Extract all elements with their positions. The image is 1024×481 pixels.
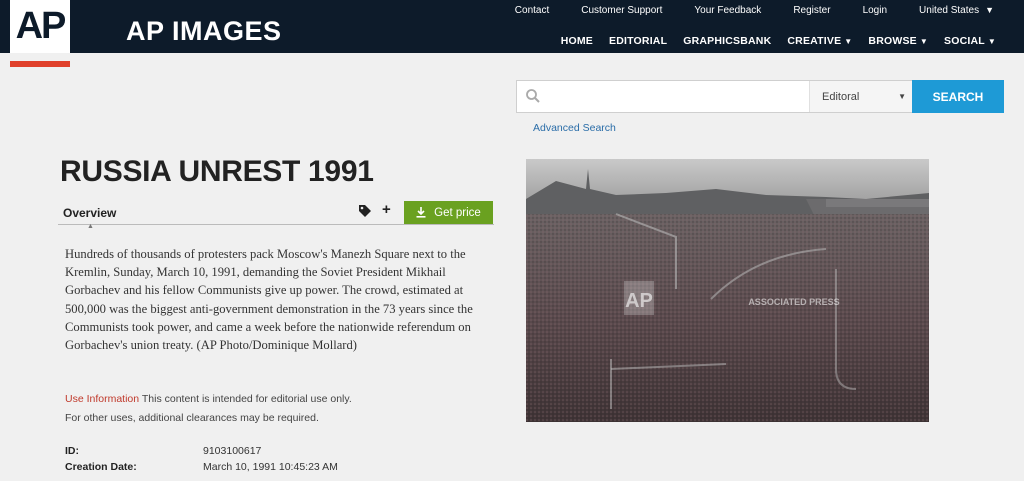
detail-tabs: Overview ▲ + Get price	[58, 201, 494, 230]
nav-graphicsbank[interactable]: GRAPHICSBANK	[683, 35, 771, 47]
caption-text: Hundreds of thousands of protesters pack…	[65, 247, 473, 353]
brand-name[interactable]: AP IMAGES	[126, 16, 282, 47]
download-icon	[416, 207, 426, 218]
logo-text: AP	[15, 5, 67, 47]
get-price-button[interactable]: Get price	[404, 201, 493, 224]
search-icon	[526, 89, 540, 103]
chevron-down-icon: ▼	[919, 37, 928, 46]
chevron-down-icon: ▼	[898, 92, 906, 101]
login-link[interactable]: Login	[863, 5, 887, 16]
watermark-associated-press: ASSOCIATED PRESS	[748, 297, 839, 307]
metadata-row: ID: 9103100617	[65, 445, 338, 461]
search-button[interactable]: SEARCH	[912, 80, 1004, 113]
register-link[interactable]: Register	[793, 5, 830, 16]
watermark-ap: AP	[625, 290, 653, 312]
top-header: AP AP IMAGES Contact Customer Support Yo…	[0, 0, 1024, 53]
meta-value-id: 9103100617	[203, 445, 262, 457]
meta-value-creation-date: March 10, 1991 10:45:23 AM	[203, 461, 338, 473]
metadata-row: Creation Date: March 10, 1991 10:45:23 A…	[65, 461, 338, 477]
metadata-table: ID: 9103100617 Creation Date: March 10, …	[65, 445, 338, 477]
advanced-search-link[interactable]: Advanced Search	[533, 122, 616, 134]
crowd-photo-illustration: AP ASSOCIATED PRESS	[526, 159, 929, 422]
country-label: United States	[919, 5, 980, 16]
chevron-down-icon: ▼	[987, 37, 996, 46]
get-price-label: Get price	[434, 206, 481, 219]
feedback-link[interactable]: Your Feedback	[694, 5, 761, 16]
nav-graphicsbank-label: GRAPHICSBANK	[683, 35, 772, 47]
nav-editorial-label: EDITORIAL	[609, 35, 668, 47]
use-information-link[interactable]: Use Information	[65, 393, 139, 405]
nav-browse-label: BROWSE	[868, 35, 917, 47]
contact-link[interactable]: Contact	[515, 5, 549, 16]
main-nav: HOME EDITORIAL GRAPHICSBANK CREATIVE ▼ BR…	[545, 35, 996, 47]
nav-social[interactable]: SOCIAL ▼	[944, 35, 996, 47]
logo-accent-bar	[10, 61, 70, 67]
nav-browse[interactable]: BROWSE ▼	[868, 35, 928, 47]
main-photo[interactable]: AP ASSOCIATED PRESS	[526, 159, 929, 422]
nav-creative-label: CREATIVE	[787, 35, 842, 47]
search-input[interactable]	[549, 85, 809, 109]
nav-editorial[interactable]: EDITORIAL	[609, 35, 667, 47]
ap-logo[interactable]: AP	[10, 0, 70, 53]
meta-label-creation-date: Creation Date:	[65, 461, 137, 473]
search-filter-select[interactable]: Editoral ▼	[809, 81, 912, 112]
customer-support-link[interactable]: Customer Support	[581, 5, 662, 16]
nav-social-label: SOCIAL	[944, 35, 985, 47]
chevron-down-icon: ▼	[985, 5, 994, 15]
meta-label-id: ID:	[65, 445, 79, 457]
nav-creative[interactable]: CREATIVE ▼	[787, 35, 852, 47]
usage-text: This content is intended for editorial u…	[141, 393, 352, 405]
search-filter-value: Editoral	[822, 91, 860, 103]
usage-line-1: Use Information This content is intended…	[65, 390, 495, 409]
page-title: RUSSIA UNREST 1991	[60, 155, 374, 188]
tag-icon[interactable]	[358, 204, 372, 218]
usage-line-2: For other uses, additional clearances ma…	[65, 412, 319, 424]
utility-nav: Contact Customer Support Your Feedback R…	[483, 5, 994, 16]
country-selector[interactable]: United States ▼	[919, 5, 994, 16]
tab-overview[interactable]: Overview	[63, 206, 116, 220]
search-bar: Editoral ▼ SEARCH	[516, 80, 1004, 113]
nav-home-label: HOME	[560, 35, 594, 47]
chevron-down-icon: ▼	[844, 37, 853, 46]
usage-information: Use Information This content is intended…	[65, 390, 495, 428]
nav-home[interactable]: HOME	[561, 35, 593, 47]
add-to-lightbox-icon[interactable]: +	[382, 201, 391, 218]
tab-active-indicator: ▲	[87, 223, 94, 230]
